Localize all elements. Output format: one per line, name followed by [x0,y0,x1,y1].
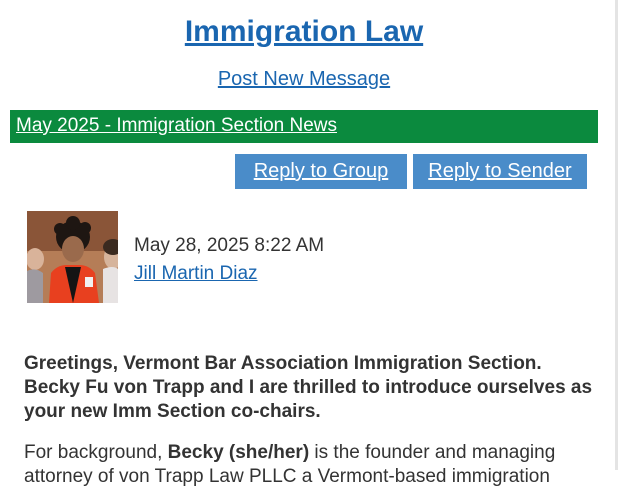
subject-link[interactable]: May 2025 - Immigration Section News [16,115,337,136]
message-date: May 28, 2025 8:22 AM [134,235,325,256]
avatar-photo [27,211,118,303]
reply-to-group-button[interactable]: Reply to Group [235,154,407,189]
subject-bar: May 2025 - Immigration Section News [10,110,598,143]
message-paragraph: For background, Becky (she/her) is the f… [24,441,599,489]
message-greeting: Greetings, Vermont Bar Association Immig… [24,353,593,422]
para-line-2: attorney of von Trapp Law PLLC a Vermont… [24,466,550,487]
para-bold-name: Becky (she/her) [167,442,310,463]
author-link[interactable]: Jill Martin Diaz [134,263,258,285]
para-prefix: For background, [24,442,168,463]
page-title[interactable]: Immigration Law [0,15,608,49]
post-new-message-link[interactable]: Post New Message [0,68,608,91]
author-avatar[interactable] [27,211,118,303]
para-suffix: is the founder and managing [309,442,556,463]
reply-to-sender-button[interactable]: Reply to Sender [413,154,587,189]
